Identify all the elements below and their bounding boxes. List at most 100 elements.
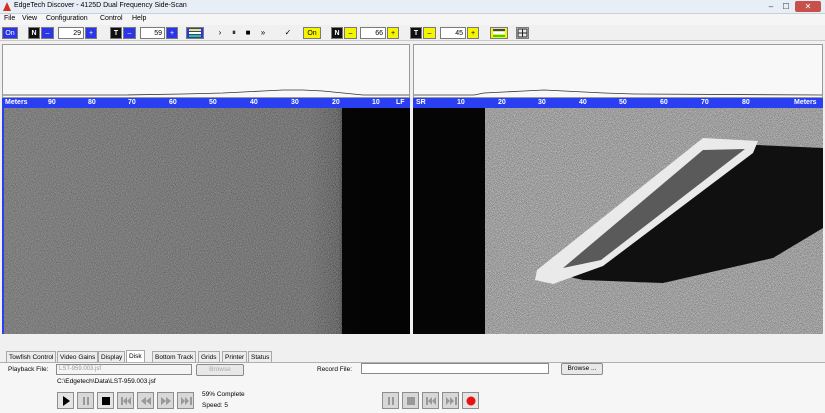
- left-n-plus-button[interactable]: +: [85, 27, 97, 39]
- rewind-button[interactable]: [137, 392, 154, 409]
- skip-to-start-button[interactable]: [117, 392, 134, 409]
- toolbar: On N – 29 + T – 59 + › ⏸ ■ » ✓ On N – 66…: [0, 25, 825, 41]
- left-ruler-tick: 50: [209, 99, 217, 106]
- left-signal-panel: [2, 44, 410, 98]
- left-ruler-tick: 40: [250, 99, 258, 106]
- tab-bottom-track[interactable]: Bottom Track: [152, 351, 197, 362]
- left-ruler-unit: Meters: [5, 99, 28, 106]
- right-n-minus-button[interactable]: –: [344, 27, 357, 39]
- right-n-label: N: [331, 27, 343, 39]
- right-signal-panel: [413, 44, 823, 98]
- menu-file[interactable]: File: [4, 15, 15, 22]
- right-t-label: T: [410, 27, 422, 39]
- record-icon: [466, 396, 476, 406]
- edgetech-logo-icon: [3, 2, 11, 11]
- playback-browse-button[interactable]: Browse: [196, 364, 244, 376]
- left-n-label: N: [28, 27, 40, 39]
- skip-to-end-icon: [446, 397, 457, 405]
- title-bar: EdgeTech Discover - 4125D Dual Frequency…: [0, 0, 825, 14]
- right-ruler-tick: 50: [619, 99, 627, 106]
- stop-icon[interactable]: ■: [242, 27, 254, 39]
- play-icon: [63, 396, 70, 406]
- tab-grids[interactable]: Grids: [198, 351, 220, 362]
- right-ruler-unit: Meters: [794, 99, 817, 106]
- grid-layout-icon[interactable]: [516, 27, 529, 39]
- play-icon[interactable]: ›: [214, 27, 226, 39]
- left-t-value-field[interactable]: 59: [140, 27, 165, 39]
- skip-to-end-icon: [181, 397, 192, 405]
- left-n-minus-button[interactable]: –: [41, 27, 54, 39]
- stop-button[interactable]: [97, 392, 114, 409]
- window-title: EdgeTech Discover - 4125D Dual Frequency…: [14, 2, 187, 9]
- right-t-plus-button[interactable]: +: [467, 27, 479, 39]
- maximize-button[interactable]: ☐: [780, 1, 792, 12]
- left-t-minus-button[interactable]: –: [123, 27, 136, 39]
- fast-forward-icon[interactable]: »: [256, 27, 270, 39]
- record-browse-button[interactable]: Browse ...: [561, 363, 603, 375]
- play-button[interactable]: [57, 392, 74, 409]
- settings-tab-bar: Towfish Control Video Gains Display Disk…: [0, 350, 825, 362]
- menu-view[interactable]: View: [22, 15, 37, 22]
- right-ruler-tick: 70: [701, 99, 709, 106]
- tab-towfish-control[interactable]: Towfish Control: [6, 351, 57, 362]
- stop-icon: [102, 397, 110, 405]
- right-n-plus-button[interactable]: +: [387, 27, 399, 39]
- playback-file-field[interactable]: LST-959.003.jsf: [56, 364, 192, 375]
- rewind-icon: [141, 397, 151, 405]
- pause-icon[interactable]: ⏸: [228, 27, 240, 39]
- record-pause-button[interactable]: [382, 392, 399, 409]
- pause-icon: [388, 397, 394, 405]
- left-ruler-tick: 30: [291, 99, 299, 106]
- pause-icon: [83, 397, 89, 405]
- record-file-label: Record File:: [317, 366, 353, 373]
- menu-help[interactable]: Help: [132, 15, 146, 22]
- right-sonar-waterfall[interactable]: [413, 108, 823, 334]
- right-ruler-tick: 40: [579, 99, 587, 106]
- fast-forward-button[interactable]: [157, 392, 174, 409]
- left-n-value-field[interactable]: 29: [58, 27, 84, 39]
- right-t-minus-button[interactable]: –: [423, 27, 436, 39]
- menu-configuration[interactable]: Configuration: [46, 15, 88, 22]
- fast-forward-icon: [161, 397, 171, 405]
- right-range-ruler: SR 10 20 30 40 50 60 70 80 Meters: [413, 98, 823, 108]
- right-on-toggle[interactable]: On: [303, 27, 321, 39]
- right-t-value-field[interactable]: 45: [440, 27, 466, 39]
- record-skip-to-end-button[interactable]: [442, 392, 459, 409]
- tab-display[interactable]: Display: [98, 351, 126, 362]
- record-file-field[interactable]: [361, 363, 549, 374]
- skip-to-start-icon: [426, 397, 436, 405]
- playback-file-label: Playback File:: [8, 366, 49, 373]
- skip-to-start-icon: [121, 397, 131, 405]
- menu-control[interactable]: Control: [100, 15, 123, 22]
- left-t-plus-button[interactable]: +: [166, 27, 178, 39]
- skip-to-end-button[interactable]: [177, 392, 194, 409]
- minimize-button[interactable]: –: [765, 1, 777, 12]
- right-color-palette-icon[interactable]: [490, 27, 508, 39]
- left-ruler-channel: LF: [396, 99, 405, 106]
- tab-video-gains[interactable]: Video Gains: [57, 351, 99, 362]
- left-ruler-tick: 80: [88, 99, 96, 106]
- tab-printer[interactable]: Printer: [222, 351, 248, 362]
- left-color-palette-icon[interactable]: [186, 27, 204, 39]
- close-button[interactable]: ✕: [795, 1, 821, 12]
- right-ruler-tick: 30: [538, 99, 546, 106]
- left-sonar-waterfall[interactable]: [2, 108, 410, 334]
- right-ruler-tick: 10: [457, 99, 465, 106]
- right-ruler-tick: 80: [742, 99, 750, 106]
- record-stop-button[interactable]: [402, 392, 419, 409]
- tab-disk[interactable]: Disk: [126, 350, 145, 362]
- record-button[interactable]: [462, 392, 479, 409]
- pause-button[interactable]: [77, 392, 94, 409]
- right-n-value-field[interactable]: 66: [360, 27, 386, 39]
- right-ruler-channel: SR: [416, 99, 426, 106]
- left-on-toggle[interactable]: On: [2, 27, 18, 39]
- menu-bar: File View Configuration Control Help: [0, 14, 825, 25]
- left-ruler-tick: 10: [372, 99, 380, 106]
- record-skip-to-start-button[interactable]: [422, 392, 439, 409]
- progress-text: 59% Complete: [202, 391, 245, 398]
- checkmark-icon[interactable]: ✓: [282, 27, 294, 39]
- tab-status[interactable]: Status: [248, 351, 273, 362]
- right-ruler-tick: 60: [660, 99, 668, 106]
- left-ruler-tick: 90: [48, 99, 56, 106]
- left-ruler-tick: 70: [128, 99, 136, 106]
